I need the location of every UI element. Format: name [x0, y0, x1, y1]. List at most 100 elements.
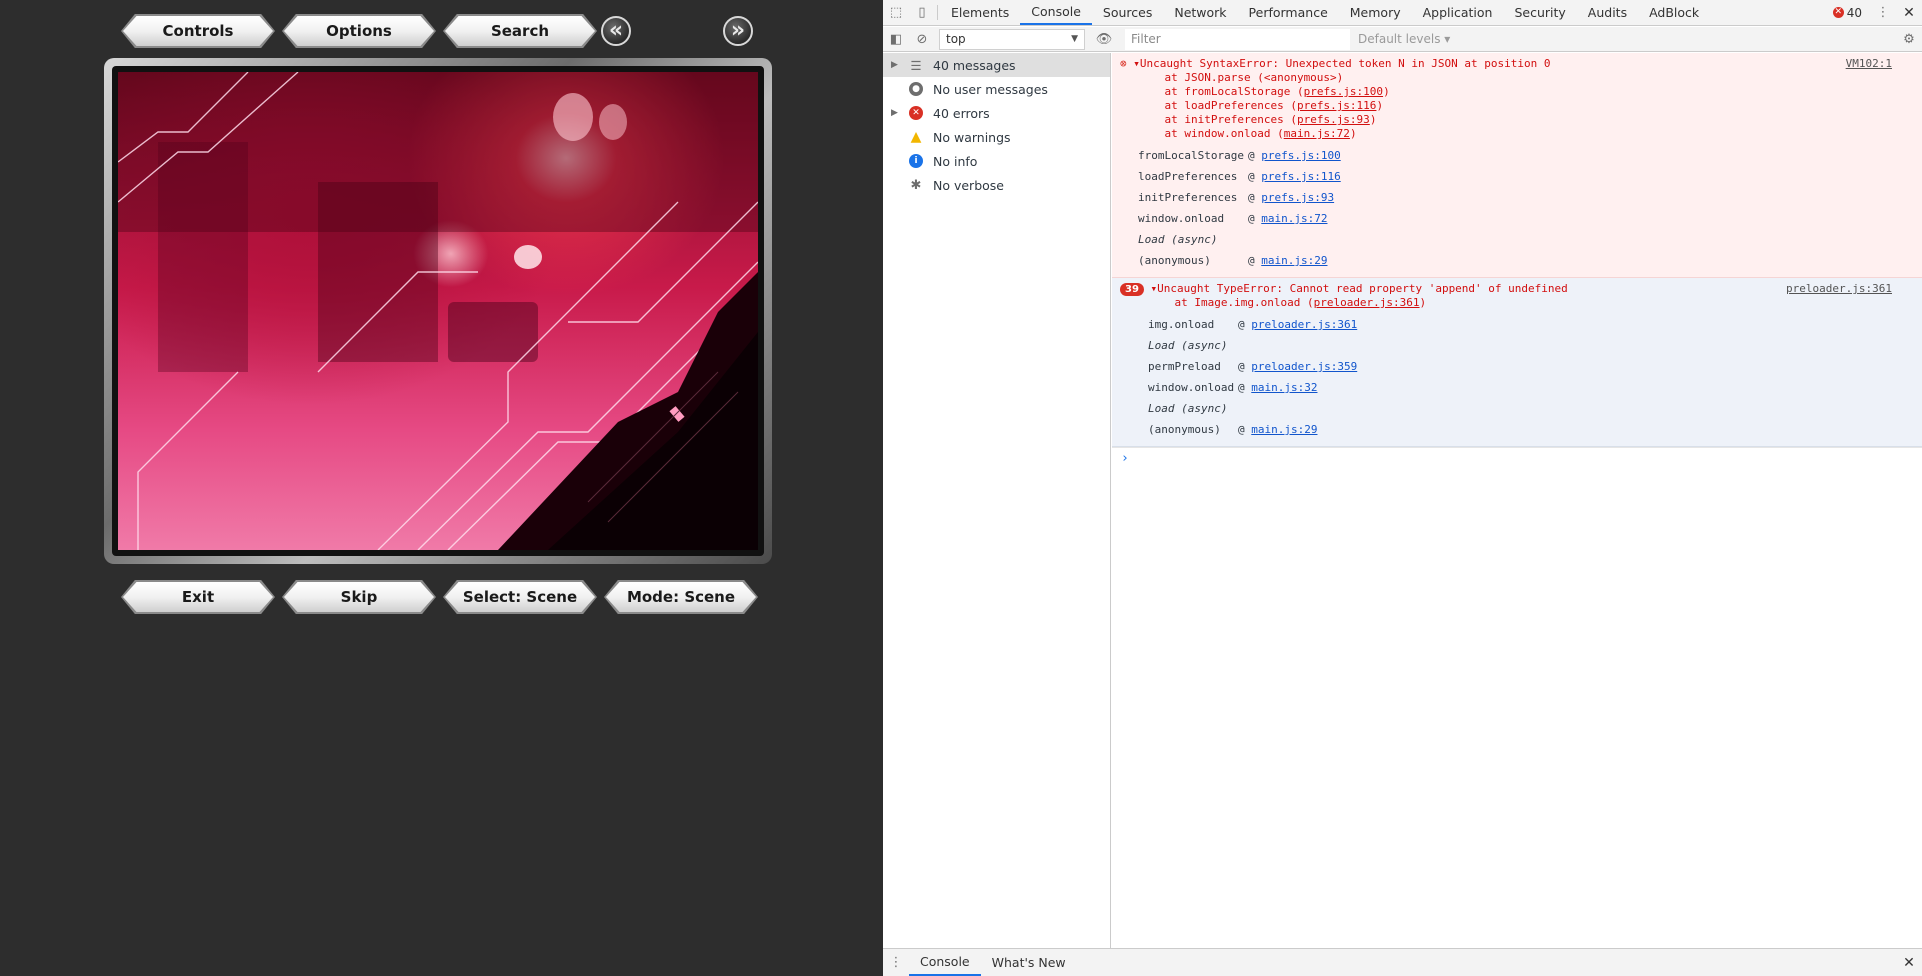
- trace-link[interactable]: prefs.js:116: [1261, 170, 1340, 183]
- error-message-1: VM102:1 ⊗ ▾Uncaught SyntaxError: Unexpec…: [1112, 53, 1922, 278]
- sidebar-item-verbose[interactable]: ✱ No verbose: [883, 173, 1110, 197]
- trace-link[interactable]: preloader.js:359: [1251, 360, 1357, 373]
- trace-row: img.onload @ preloader.js:361: [1148, 314, 1922, 335]
- close-devtools-icon[interactable]: ✕: [1896, 0, 1922, 25]
- stack-link[interactable]: prefs.js:116: [1297, 99, 1376, 112]
- source-link[interactable]: VM102:1: [1846, 57, 1892, 70]
- scene-frame: [104, 58, 772, 564]
- tab-application[interactable]: Application: [1412, 0, 1504, 25]
- previous-arrow-button[interactable]: «: [601, 16, 631, 46]
- source-link[interactable]: preloader.js:361: [1786, 282, 1892, 295]
- select-scene-button[interactable]: Select: Scene: [445, 582, 595, 612]
- tab-console[interactable]: Console: [1020, 0, 1092, 25]
- live-expression-eye-icon[interactable]: 👁: [1091, 32, 1117, 47]
- drawer-menu-icon[interactable]: ⋮: [883, 949, 909, 976]
- trace-row: permPreload @ preloader.js:359: [1148, 356, 1922, 377]
- tab-elements[interactable]: Elements: [940, 0, 1020, 25]
- bug-icon: ✱: [910, 177, 922, 193]
- filter-input[interactable]: [1125, 28, 1350, 50]
- stack-link[interactable]: prefs.js:100: [1304, 85, 1383, 98]
- error-line[interactable]: ⊗ ▾Uncaught SyntaxError: Unexpected toke…: [1120, 57, 1922, 71]
- stack-text: at initPreferences (: [1138, 113, 1297, 126]
- error-text: Uncaught SyntaxError: Unexpected token N…: [1139, 57, 1551, 70]
- error-icon: ✕: [905, 106, 927, 120]
- log-levels-dropdown[interactable]: Default levels ▾: [1358, 32, 1450, 46]
- search-button[interactable]: Search: [445, 16, 595, 46]
- expand-triangle-icon[interactable]: ▾: [1133, 57, 1140, 70]
- tab-audits[interactable]: Audits: [1577, 0, 1638, 25]
- trace-at: @: [1238, 318, 1245, 331]
- chevron-down-icon: ▼: [1071, 34, 1078, 44]
- trace-link[interactable]: prefs.js:93: [1261, 191, 1334, 204]
- error-message-2: preloader.js:361 39 ▾Uncaught TypeError:…: [1112, 278, 1922, 447]
- drawer-tab-console[interactable]: Console: [909, 949, 981, 976]
- repeat-count-badge: 39: [1120, 283, 1144, 296]
- tab-adblock[interactable]: AdBlock: [1638, 0, 1710, 25]
- expand-arrow-icon[interactable]: ▶: [891, 60, 905, 70]
- tab-network[interactable]: Network: [1163, 0, 1237, 25]
- more-options-icon[interactable]: ⋮: [1870, 0, 1896, 25]
- trace-function: window.onload: [1138, 212, 1225, 225]
- trace-link[interactable]: main.js:72: [1261, 212, 1327, 225]
- tab-memory[interactable]: Memory: [1339, 0, 1412, 25]
- drawer-tab-whats-new[interactable]: What's New: [981, 949, 1077, 976]
- sidebar-item-user-messages[interactable]: ● No user messages: [883, 77, 1110, 101]
- trace-row: window.onload @ main.js:32: [1148, 377, 1922, 398]
- exit-button[interactable]: Exit: [123, 582, 273, 612]
- stack-link[interactable]: preloader.js:361: [1314, 296, 1420, 309]
- trace-at: @: [1248, 149, 1255, 162]
- stack-line: at loadPreferences (prefs.js:116): [1138, 99, 1384, 112]
- gear-icon[interactable]: ⚙: [1896, 32, 1922, 47]
- trace-link[interactable]: main.js:29: [1261, 254, 1327, 267]
- sidebar-toggle-icon[interactable]: ◧: [883, 32, 909, 47]
- trace-link[interactable]: prefs.js:100: [1261, 149, 1340, 162]
- next-arrow-button[interactable]: »: [723, 16, 753, 46]
- stack-line: at JSON.parse (<anonymous>): [1120, 71, 1922, 85]
- trace-function: (anonymous): [1148, 423, 1221, 436]
- sidebar-item-warnings[interactable]: ▲ No warnings: [883, 125, 1110, 149]
- trace-function: (anonymous): [1138, 254, 1211, 267]
- tab-security[interactable]: Security: [1503, 0, 1576, 25]
- drawer-spacer: [1077, 949, 1896, 976]
- mode-scene-button[interactable]: Mode: Scene: [606, 582, 756, 612]
- trace-row-async: Load (async): [1138, 233, 1218, 246]
- tab-performance[interactable]: Performance: [1238, 0, 1339, 25]
- trace-row-async: Load (async): [1148, 402, 1228, 415]
- trace-link[interactable]: main.js:29: [1251, 423, 1317, 436]
- stack-line: at fromLocalStorage (prefs.js:100): [1138, 85, 1390, 98]
- stack-link[interactable]: prefs.js:93: [1297, 113, 1370, 126]
- skip-button[interactable]: Skip: [284, 582, 434, 612]
- trace-link[interactable]: preloader.js:361: [1251, 318, 1357, 331]
- trace-at: @: [1248, 212, 1255, 225]
- sidebar-item-errors[interactable]: ▶ ✕ 40 errors: [883, 101, 1110, 125]
- error-counter[interactable]: ✕ 40: [1825, 0, 1870, 25]
- warning-icon: ▲: [910, 129, 922, 145]
- stack-line: at Image.img.onload (preloader.js:361): [1148, 296, 1427, 309]
- expand-arrow-icon[interactable]: ▶: [891, 108, 905, 118]
- sidebar-item-messages[interactable]: ▶ ☰ 40 messages: [883, 53, 1110, 77]
- sidebar-item-info[interactable]: i No info: [883, 149, 1110, 173]
- console-prompt[interactable]: ›: [1112, 447, 1922, 469]
- sidebar-item-label: No verbose: [933, 177, 1004, 193]
- options-button[interactable]: Options: [284, 16, 434, 46]
- tab-sources[interactable]: Sources: [1092, 0, 1163, 25]
- device-toolbar-icon[interactable]: ▯: [909, 0, 935, 25]
- clear-console-icon[interactable]: ⊘: [909, 32, 935, 47]
- context-select[interactable]: top ▼: [939, 28, 1085, 50]
- error-count: 40: [1846, 5, 1862, 20]
- console-toolbar: ◧ ⊘ top ▼ 👁 Default levels ▾ ⚙: [883, 27, 1922, 52]
- stack-text: at Image.img.onload (: [1148, 296, 1314, 309]
- trace-link[interactable]: main.js:32: [1251, 381, 1317, 394]
- stack-text: at window.onload (: [1138, 127, 1284, 140]
- stack-link[interactable]: main.js:72: [1284, 127, 1350, 140]
- scene-image[interactable]: [118, 72, 758, 550]
- scene-frame-inner: [112, 66, 764, 556]
- tab-divider: [937, 5, 938, 20]
- console-messages: VM102:1 ⊗ ▾Uncaught SyntaxError: Unexpec…: [1112, 53, 1922, 948]
- inspect-element-icon[interactable]: ⬚: [883, 0, 909, 25]
- devtools-panel: ⬚ ▯ Elements Console Sources Network Per…: [883, 0, 1922, 976]
- scene-overlay: [118, 72, 758, 550]
- close-drawer-icon[interactable]: ✕: [1896, 949, 1922, 976]
- list-icon: ☰: [910, 57, 922, 73]
- controls-button[interactable]: Controls: [123, 16, 273, 46]
